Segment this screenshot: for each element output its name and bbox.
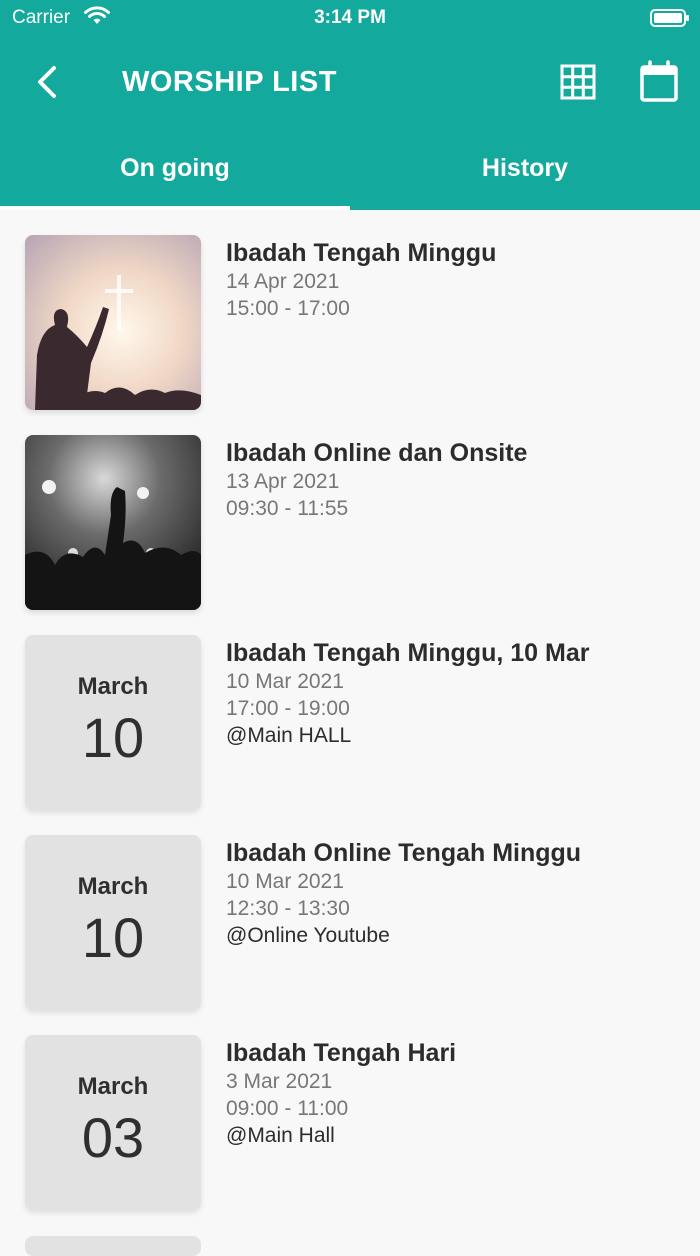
tab-on-going[interactable]: On going xyxy=(0,140,350,210)
date-tile-month: March xyxy=(77,1073,149,1100)
worship-date: 3 Mar 2021 xyxy=(226,1070,333,1093)
date-tile-day: 10 xyxy=(81,906,145,969)
calendar-button[interactable] xyxy=(638,60,680,104)
app-header: Carrier 3:14 PM WORSHIP LIST On going Hi… xyxy=(0,0,700,210)
worship-date: 10 Mar 2021 xyxy=(226,870,344,893)
worship-date: 13 Apr 2021 xyxy=(226,470,340,493)
grid-view-button[interactable] xyxy=(558,62,598,102)
list-item[interactable]: March 10 Ibadah Online Tengah Minggu 10 … xyxy=(0,810,700,1010)
worship-info: Ibadah Online dan Onsite 13 Apr 2021 09:… xyxy=(226,438,686,522)
worship-time: 12:30 - 13:30 xyxy=(226,897,350,920)
worship-info: Ibadah Tengah Minggu 14 Apr 2021 15:00 -… xyxy=(226,238,686,322)
tab-bar: On going History xyxy=(0,140,700,210)
list-item[interactable]: Ibadah Online dan Onsite 13 Apr 2021 09:… xyxy=(0,410,700,610)
worship-time: 09:00 - 11:00 xyxy=(226,1097,349,1120)
battery-icon xyxy=(650,8,690,34)
date-tile-day: 03 xyxy=(81,1106,145,1169)
date-tile-month: March xyxy=(77,673,149,700)
date-tile-month: March xyxy=(77,873,149,900)
tab-history[interactable]: History xyxy=(350,140,700,210)
date-tile: March 03 xyxy=(25,1035,201,1210)
worship-time: 17:00 - 19:00 xyxy=(226,697,350,720)
grid-icon xyxy=(560,64,596,100)
calendar-icon xyxy=(640,60,678,102)
worship-date: 14 Apr 2021 xyxy=(226,270,340,293)
worship-time: 09:30 - 11:55 xyxy=(226,497,349,520)
worship-info: Ibadah Tengah Hari 3 Mar 2021 09:00 - 11… xyxy=(226,1038,686,1149)
worship-title: Ibadah Tengah Hari xyxy=(226,1039,457,1067)
list-item[interactable]: March 03 Ibadah Tengah Hari 3 Mar 2021 0… xyxy=(0,1010,700,1210)
date-tile: March 10 xyxy=(25,635,201,810)
list-item[interactable]: Ibadah Tengah Minggu 14 Apr 2021 15:00 -… xyxy=(0,210,700,410)
worship-time: 15:00 - 17:00 xyxy=(226,297,350,320)
worship-image xyxy=(25,235,201,410)
status-bar: Carrier 3:14 PM xyxy=(0,0,700,36)
worship-location: @Main HALL xyxy=(226,724,352,747)
worship-title: Ibadah Tengah Minggu, 10 Mar xyxy=(226,639,590,667)
worship-info: Ibadah Tengah Minggu, 10 Mar 10 Mar 2021… xyxy=(226,638,686,749)
worship-title: Ibadah Online Tengah Minggu xyxy=(226,839,582,867)
worship-location: @Main Hall xyxy=(226,1124,335,1147)
back-button[interactable] xyxy=(30,62,66,102)
page-title: WORSHIP LIST xyxy=(122,66,337,98)
chevron-left-icon xyxy=(38,66,56,98)
worship-date: 10 Mar 2021 xyxy=(226,670,344,693)
worship-info: Ibadah Online Tengah Minggu 10 Mar 2021 … xyxy=(226,838,686,949)
worship-title: Ibadah Tengah Minggu xyxy=(226,239,497,267)
navigation-bar: WORSHIP LIST xyxy=(0,50,700,114)
list-item[interactable]: March 10 Ibadah Tengah Minggu, 10 Mar 10… xyxy=(0,610,700,810)
worship-image xyxy=(25,435,201,610)
date-tile-day: 10 xyxy=(81,706,145,769)
date-tile-partial xyxy=(25,1236,201,1256)
date-tile: March 10 xyxy=(25,835,201,1010)
worship-location: @Online Youtube xyxy=(226,924,390,947)
clock: 3:14 PM xyxy=(314,7,386,28)
worship-title: Ibadah Online dan Onsite xyxy=(226,439,528,467)
